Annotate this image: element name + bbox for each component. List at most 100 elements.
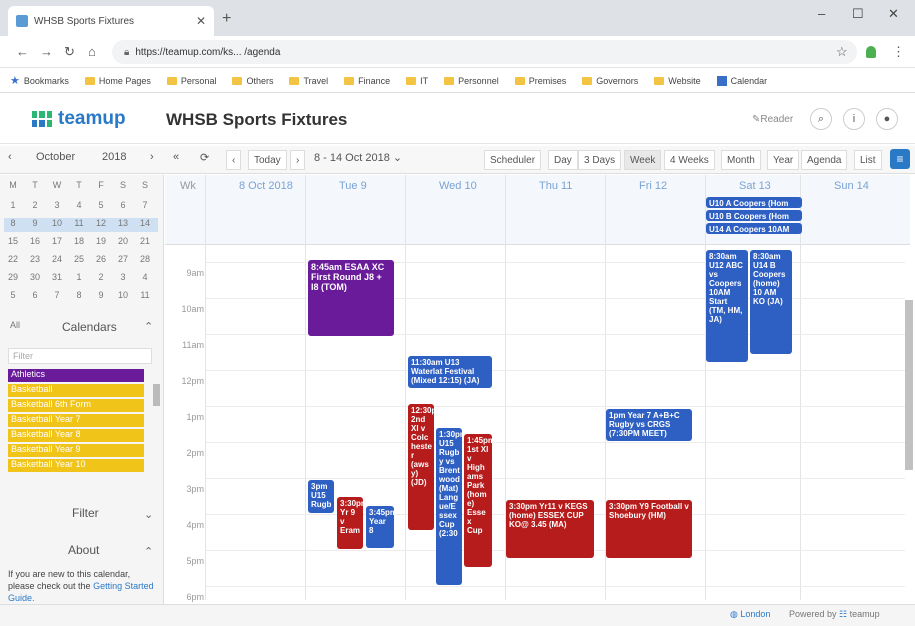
calendars-all[interactable]: All — [10, 320, 20, 330]
mini-calendar-day[interactable]: 9 — [92, 290, 110, 300]
event-fri-y9[interactable]: 3:30pm Y9 Football v Shoebury (HM) — [606, 500, 692, 558]
grid-scrollbar[interactable] — [905, 300, 913, 470]
bookmark-item[interactable]: Governors — [582, 76, 638, 86]
teamup-logo[interactable]: teamup — [32, 108, 126, 130]
url-field[interactable]: 🔒︎ https://teamup.com/ks... /agenda — [112, 40, 857, 64]
mini-calendar-day[interactable]: 5 — [92, 200, 110, 210]
mini-calendar-day[interactable]: 12 — [92, 218, 110, 228]
mini-calendar-day[interactable]: 8 — [70, 290, 88, 300]
mini-calendar-day[interactable]: 10 — [114, 290, 132, 300]
mini-calendar-day[interactable]: 11 — [136, 290, 154, 300]
mini-calendar-day[interactable]: 9 — [26, 218, 44, 228]
search-icon[interactable]: ⌕ — [810, 108, 832, 130]
mini-calendar-day[interactable]: 7 — [136, 200, 154, 210]
day-header[interactable]: Wed 10 — [439, 180, 477, 192]
powered-by[interactable]: Powered by ☷ teamup — [789, 609, 880, 620]
mini-calendar-day[interactable]: 19 — [92, 236, 110, 246]
menu-dots-icon[interactable]: ⋮ — [892, 44, 905, 60]
mini-calendar-day[interactable]: 15 — [4, 236, 22, 246]
bookmark-item[interactable]: Personnel — [444, 76, 499, 86]
mini-calendar-day[interactable]: 18 — [70, 236, 88, 246]
maximize-button[interactable]: ☐ — [852, 6, 864, 22]
mini-calendar-day[interactable]: 26 — [92, 254, 110, 264]
mini-calendar-day[interactable]: 4 — [70, 200, 88, 210]
bookmark-item[interactable]: Finance — [344, 76, 390, 86]
mini-calendar-day[interactable]: 24 — [48, 254, 66, 264]
hamburger-icon[interactable]: ≡ — [890, 149, 910, 169]
about-section[interactable]: About — [68, 543, 99, 557]
event-fri-rugby[interactable]: 1pm Year 7 A+B+C Rugby vs CRGS (7:30PM M… — [606, 409, 692, 441]
calendar-item[interactable]: Basketball — [8, 384, 144, 397]
collapse-sidebar-icon[interactable]: « — [173, 151, 179, 163]
chevron-up-icon[interactable]: ⌃ — [144, 320, 153, 333]
mini-calendar-day[interactable]: 31 — [48, 272, 66, 282]
new-tab-button[interactable]: + — [222, 10, 231, 28]
view-day[interactable]: Day — [548, 150, 578, 170]
event-wed-1st-xi[interactable]: 1:45pm 1st XI v High ams Park (hom e) Es… — [464, 434, 492, 567]
mini-calendar-day[interactable]: 8 — [4, 218, 22, 228]
mini-calendar-day[interactable]: 29 — [4, 272, 22, 282]
reload-icon[interactable]: ↻ — [64, 44, 75, 60]
event-thu-yr11[interactable]: 3:30pm Yr11 v KEGS (home) ESSEX CUP KO@ … — [506, 500, 594, 558]
day-header[interactable]: Tue 9 — [339, 180, 367, 192]
mini-calendar-day[interactable]: 11 — [70, 218, 88, 228]
mini-calendar-day[interactable]: 4 — [136, 272, 154, 282]
day-header[interactable]: Sat 13 — [739, 180, 771, 192]
month-select[interactable]: October — [36, 151, 75, 163]
extension-icon[interactable] — [866, 46, 876, 58]
mini-calendar-day[interactable]: 1 — [4, 200, 22, 210]
mini-calendar-day[interactable]: 14 — [136, 218, 154, 228]
view-4weeks[interactable]: 4 Weeks — [664, 150, 715, 170]
view-month[interactable]: Month — [721, 150, 761, 170]
view-year[interactable]: Year — [767, 150, 800, 170]
bookmark-item[interactable]: Home Pages — [84, 76, 151, 86]
mini-calendar-day[interactable]: 25 — [70, 254, 88, 264]
event-sat-allday-1[interactable]: U10 A Coopers (Hom — [706, 197, 802, 208]
mini-calendar-day[interactable]: 27 — [114, 254, 132, 264]
mini-calendar-day[interactable]: 5 — [4, 290, 22, 300]
mini-calendar-day[interactable]: 3 — [114, 272, 132, 282]
today-button[interactable]: Today — [248, 150, 287, 170]
bookmark-item[interactable]: IT — [406, 76, 428, 86]
bookmark-item[interactable]: Premises — [514, 76, 566, 86]
calendar-item[interactable]: Basketball Year 10 — [8, 459, 144, 472]
mini-calendar-day[interactable]: 30 — [26, 272, 44, 282]
mini-calendar-day[interactable]: 10 — [48, 218, 66, 228]
calendar-item[interactable]: Athletics — [8, 369, 144, 382]
view-agenda[interactable]: Agenda — [801, 150, 848, 170]
bookmark-star-icon[interactable]: ☆ — [836, 44, 848, 60]
view-scheduler[interactable]: Scheduler — [484, 150, 542, 170]
bookmark-item[interactable]: Travel — [289, 76, 328, 86]
calendar-item[interactable]: Basketball 6th Form — [8, 399, 144, 412]
location-link[interactable]: ◍ London — [730, 609, 770, 620]
minimize-button[interactable]: – — [818, 6, 825, 21]
event-tue-yr9[interactable]: 3:30pm Yr 9 v Eram — [337, 497, 363, 549]
event-sat-u12[interactable]: 8:30am U12 ABC vs Coopers 10AM Start (TM… — [706, 250, 748, 362]
event-wed-2nd-xi[interactable]: 12:30p 2nd XI v Colc heste r (aws y) (JD… — [408, 404, 434, 530]
chevron-down-icon[interactable]: ⌄ — [144, 508, 153, 521]
event-sat-u14[interactable]: 8:30am U14 B Coopers (home) 10 AM KO (JA… — [750, 250, 792, 354]
year-select[interactable]: 2018 — [102, 151, 126, 163]
event-tue-u15[interactable]: 3pm U15 Rugb — [308, 480, 334, 513]
view-3days[interactable]: 3 Days — [578, 150, 622, 170]
mini-calendar-day[interactable]: 22 — [4, 254, 22, 264]
close-tab-icon[interactable]: ✕ — [196, 14, 206, 28]
event-wed-waterlat[interactable]: 11:30am U13 Waterlat Festival (Mixed 12:… — [408, 356, 492, 388]
mini-calendar-day[interactable]: 13 — [114, 218, 132, 228]
close-window-button[interactable]: ✕ — [888, 6, 899, 22]
mini-calendar-day[interactable]: 6 — [114, 200, 132, 210]
next-period-icon[interactable]: › — [290, 150, 306, 170]
mini-calendar-day[interactable]: 20 — [114, 236, 132, 246]
date-range[interactable]: 8 - 14 Oct 2018 ⌄ — [314, 151, 402, 164]
calendar-item[interactable]: Basketball Year 9 — [8, 444, 144, 457]
mini-calendar-day[interactable]: 28 — [136, 254, 154, 264]
mini-calendar-day[interactable]: 17 — [48, 236, 66, 246]
day-header[interactable]: 8 Oct 2018 — [239, 180, 293, 192]
event-sat-allday-2[interactable]: U10 B Coopers (Hom — [706, 210, 802, 221]
prev-period-icon[interactable]: ‹ — [226, 150, 242, 170]
event-sat-allday-3[interactable]: U14 A Coopers 10AM — [706, 223, 802, 234]
mini-calendar-day[interactable]: 1 — [70, 272, 88, 282]
event-tue-year8[interactable]: 3:45pm Year 8 — [366, 506, 394, 548]
back-icon[interactable]: ← — [16, 44, 29, 59]
event-wed-u15-rugby[interactable]: 1:30pm U15 Rugb y vs Brent wood (Mat) La… — [436, 428, 462, 585]
